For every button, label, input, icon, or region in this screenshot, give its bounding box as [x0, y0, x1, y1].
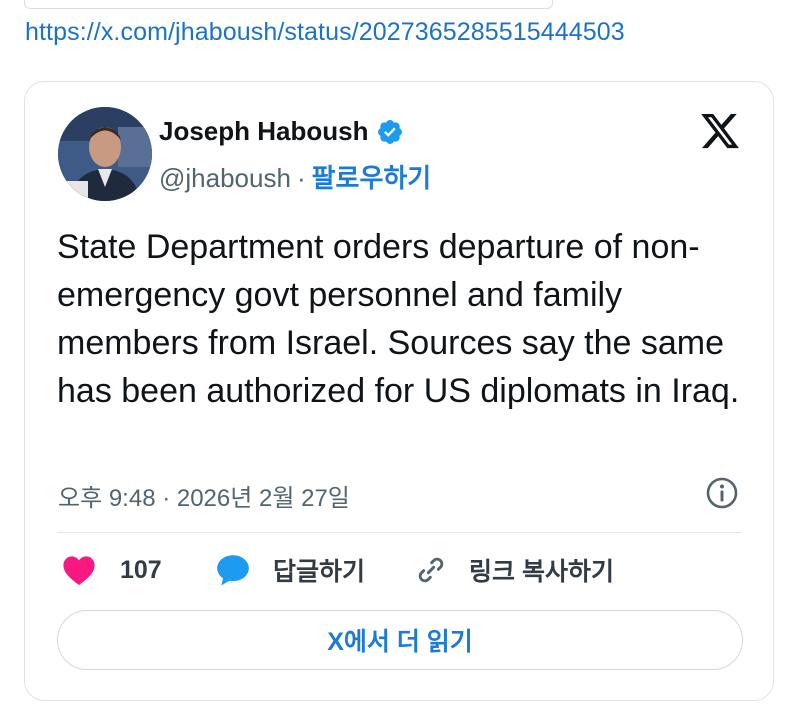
previous-embed-edge — [24, 0, 553, 9]
link-icon — [418, 557, 444, 583]
action-bar: 107 답글하기 링크 복사하기 — [57, 550, 747, 590]
read-more-label: X에서 더 읽기 — [327, 628, 473, 656]
author-row: Joseph Haboush — [159, 116, 404, 147]
follow-button[interactable]: 팔로우하기 — [312, 163, 432, 193]
author-handle[interactable]: @jhaboush — [159, 163, 291, 193]
tweet-embed-card: Joseph Haboush @jhaboush · 팔로우하기 State Dep… — [24, 81, 774, 701]
tweet-timestamp[interactable]: 오후 9:48 · 2026년 2월 27일 — [58, 478, 350, 513]
read-more-button[interactable]: X에서 더 읽기 — [57, 610, 743, 670]
author-name[interactable]: Joseph Haboush — [159, 116, 368, 147]
like-button[interactable]: 107 — [62, 550, 162, 590]
verified-badge-icon — [378, 119, 403, 144]
like-count: 107 — [120, 555, 162, 584]
reply-button[interactable]: 답글하기 — [215, 550, 365, 590]
handle-row: @jhaboush · 팔로우하기 — [159, 158, 431, 195]
heart-icon — [63, 556, 95, 586]
info-icon[interactable] — [705, 476, 739, 510]
avatar[interactable] — [58, 107, 152, 201]
x-logo-icon[interactable] — [697, 110, 743, 152]
tweet-url-link[interactable]: https://x.com/jhaboush/status/2027365285… — [25, 18, 625, 47]
divider — [57, 532, 741, 533]
speech-bubble-icon — [217, 555, 249, 586]
copy-link-button[interactable]: 링크 복사하기 — [415, 550, 614, 590]
copy-link-label: 링크 복사하기 — [469, 558, 614, 586]
reply-label: 답글하기 — [273, 558, 366, 586]
tweet-text: State Department orders departure of non… — [57, 228, 740, 410]
separator-dot: · — [296, 163, 306, 193]
